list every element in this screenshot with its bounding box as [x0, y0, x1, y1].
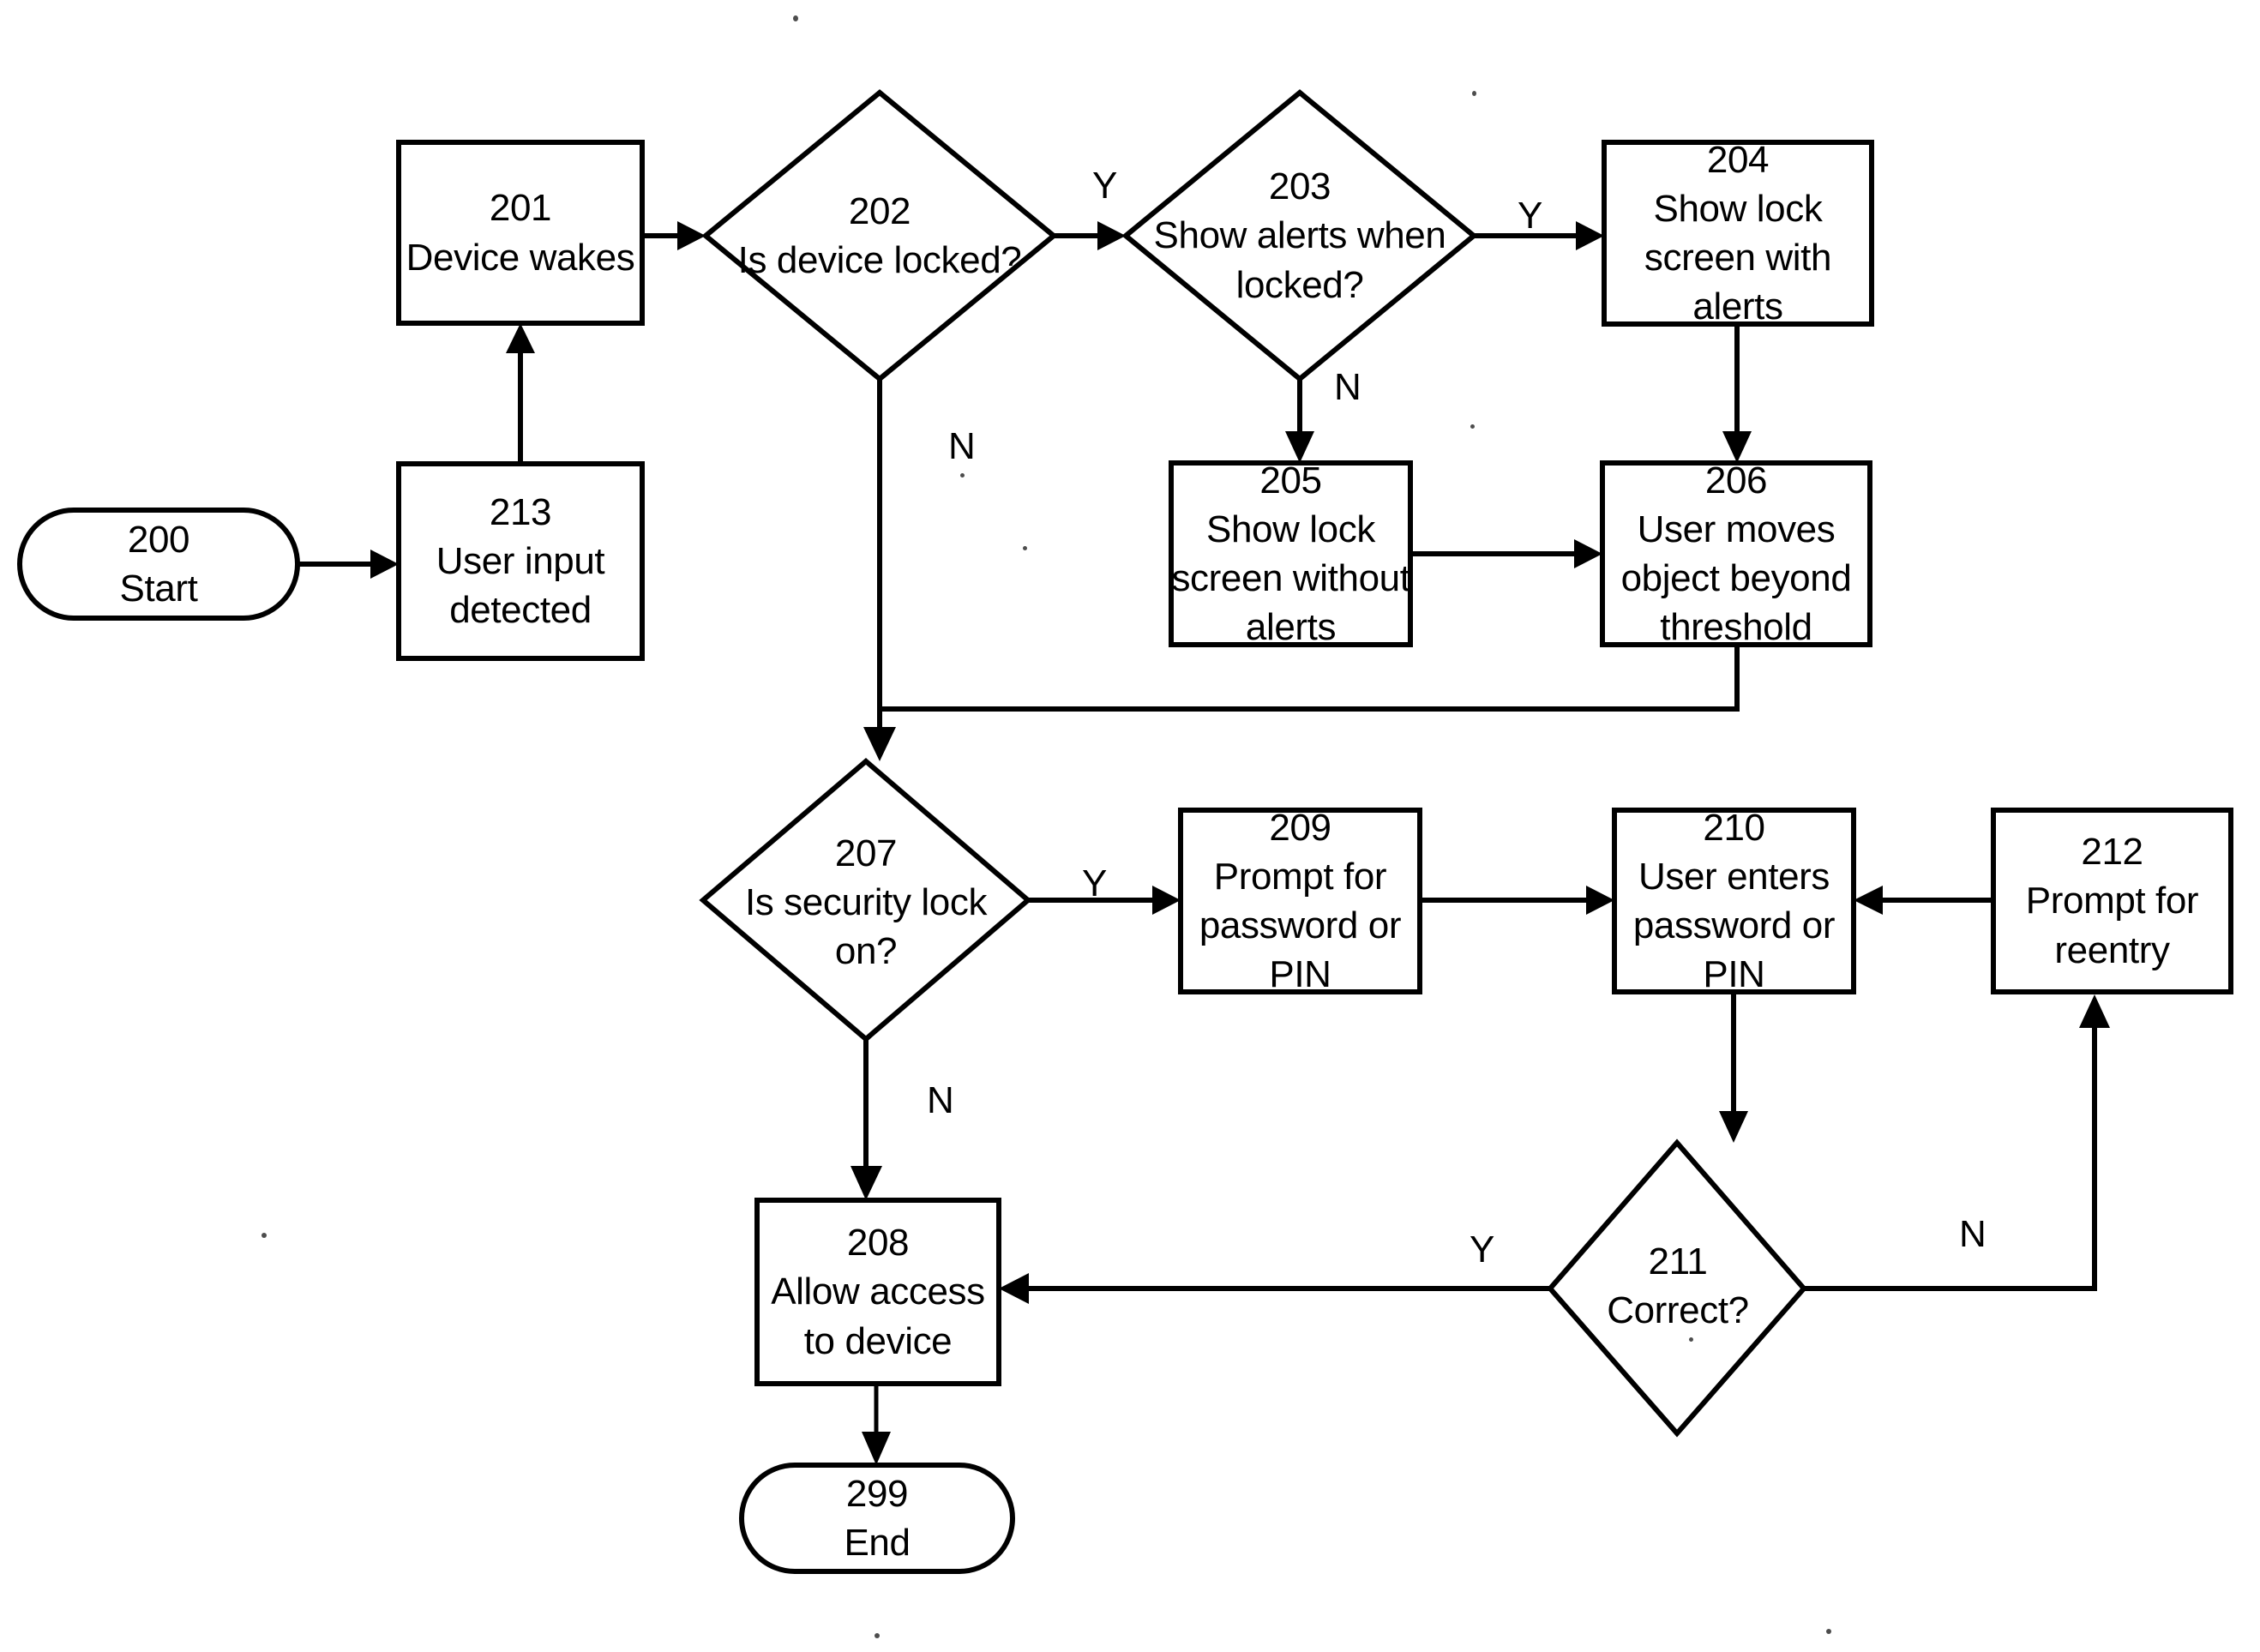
node-shapes: [17, 89, 2233, 1574]
edge-203-205-arrowhead: [1285, 431, 1314, 463]
flowchart-canvas: [17, 89, 2233, 1574]
node-203-shape[interactable]: [1121, 89, 1478, 382]
edge-208-299-arrowhead: [862, 1432, 891, 1465]
edge-label-n-211-212: N: [1959, 1213, 1987, 1255]
edge-203-204-arrowhead: [1576, 221, 1604, 250]
edge-200-213-arrowhead: [370, 550, 399, 579]
edge-210-211-arrowhead: [1719, 1111, 1748, 1143]
scan-speck: [261, 1233, 267, 1238]
node-299-shape[interactable]: [739, 1463, 1015, 1574]
scan-speck: [793, 15, 798, 21]
node-201-shape[interactable]: [396, 140, 645, 326]
edge-202-207-arrowhead: [863, 727, 896, 761]
edge-label-y-203-204: Y: [1518, 195, 1543, 237]
edge-204-206-arrowhead: [1722, 431, 1752, 463]
edge-201-202-arrowhead: [677, 221, 706, 250]
scan-speck: [1826, 1629, 1831, 1634]
node-210-shape[interactable]: [1612, 808, 1856, 994]
edge-212-210-arrowhead: [1854, 886, 1883, 915]
scan-speck: [1470, 424, 1475, 429]
node-207-shape[interactable]: [699, 758, 1032, 1042]
node-213-shape[interactable]: [396, 461, 645, 661]
node-211-shape[interactable]: [1547, 1138, 1807, 1438]
edge-207-209-arrowhead: [1152, 886, 1181, 915]
edge-207-208-arrowhead: [851, 1166, 882, 1200]
edge-211-212-arrowhead: [2079, 994, 2110, 1028]
scan-speck: [875, 1633, 880, 1638]
edge-label-n-202-207: N: [948, 425, 976, 467]
node-209-shape[interactable]: [1178, 808, 1422, 994]
node-200-shape[interactable]: [17, 508, 300, 621]
scan-speck: [1023, 546, 1027, 550]
edge-211-208-arrowhead: [999, 1273, 1029, 1304]
edge-211-212: [1804, 1022, 2097, 1291]
node-206-shape[interactable]: [1600, 460, 1872, 647]
edge-label-y-207-209: Y: [1082, 862, 1108, 904]
edge-206-207: [880, 645, 1740, 712]
flowchart-page: 200 Start 213 User input detected 201 De…: [0, 0, 2260, 1652]
edge-label-n-207-208: N: [927, 1079, 954, 1121]
edge-202-203-arrowhead: [1097, 221, 1126, 250]
node-202-shape[interactable]: [701, 89, 1058, 382]
scan-speck: [1689, 1337, 1693, 1342]
scan-speck: [960, 473, 965, 478]
node-208-shape[interactable]: [754, 1198, 1001, 1386]
edge-label-n-203-205: N: [1334, 366, 1361, 408]
node-204-shape[interactable]: [1602, 140, 1874, 327]
edge-label-y-211-208: Y: [1470, 1228, 1495, 1271]
edge-label-y-202-203: Y: [1092, 165, 1118, 207]
scan-speck: [1472, 91, 1476, 96]
node-212-shape[interactable]: [1991, 808, 2233, 994]
node-205-shape[interactable]: [1169, 460, 1413, 647]
edge-209-210-arrowhead: [1586, 886, 1614, 915]
edge-213-201-arrowhead: [506, 323, 535, 353]
edge-205-206-arrowhead: [1574, 539, 1602, 568]
